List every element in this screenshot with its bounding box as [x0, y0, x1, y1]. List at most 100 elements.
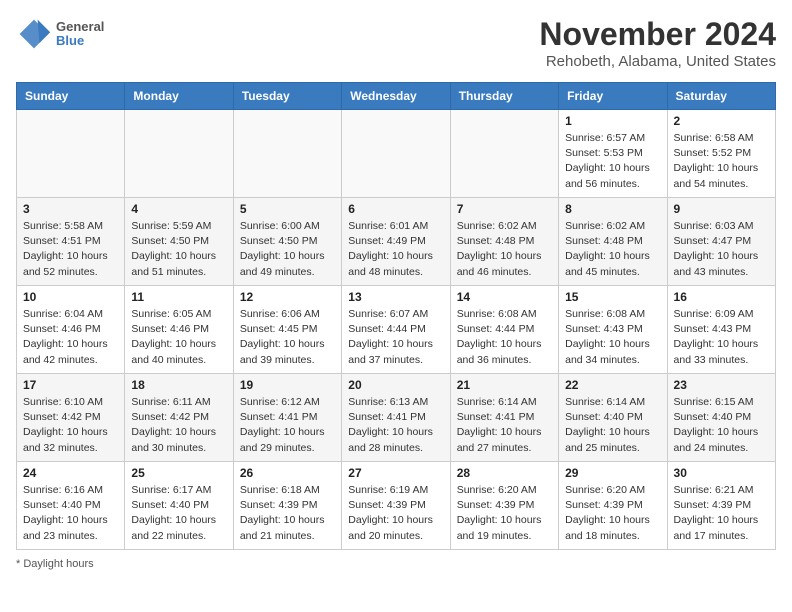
day-info: Sunrise: 6:04 AMSunset: 4:46 PMDaylight:… [23, 307, 118, 368]
calendar-cell: 8 Sunrise: 6:02 AMSunset: 4:48 PMDaylight… [559, 198, 667, 286]
day-number: 7 [457, 202, 552, 216]
day-info: Sunrise: 6:12 AMSunset: 4:41 PMDaylight:… [240, 395, 335, 456]
calendar-cell: 18 Sunrise: 6:11 AMSunset: 4:42 PMDayligh… [125, 374, 233, 462]
day-number: 17 [23, 378, 118, 392]
calendar-cell: 25 Sunrise: 6:17 AMSunset: 4:40 PMDayligh… [125, 462, 233, 550]
calendar-week-row: 1 Sunrise: 6:57 AMSunset: 5:53 PMDaylight… [17, 110, 776, 198]
day-info: Sunrise: 6:16 AMSunset: 4:40 PMDaylight:… [23, 483, 118, 544]
day-info: Sunrise: 6:00 AMSunset: 4:50 PMDaylight:… [240, 219, 335, 280]
day-info: Sunrise: 6:19 AMSunset: 4:39 PMDaylight:… [348, 483, 443, 544]
day-number: 28 [457, 466, 552, 480]
calendar-cell [233, 110, 341, 198]
calendar-day-header: Tuesday [233, 83, 341, 110]
day-number: 8 [565, 202, 660, 216]
logo: General Blue [16, 16, 104, 52]
day-info: Sunrise: 6:17 AMSunset: 4:40 PMDaylight:… [131, 483, 226, 544]
calendar-cell: 11 Sunrise: 6:05 AMSunset: 4:46 PMDayligh… [125, 286, 233, 374]
day-number: 27 [348, 466, 443, 480]
day-info: Sunrise: 6:21 AMSunset: 4:39 PMDaylight:… [674, 483, 769, 544]
calendar-cell: 19 Sunrise: 6:12 AMSunset: 4:41 PMDayligh… [233, 374, 341, 462]
day-number: 16 [674, 290, 769, 304]
calendar-cell: 2 Sunrise: 6:58 AMSunset: 5:52 PMDaylight… [667, 110, 775, 198]
logo-line2: Blue [56, 34, 104, 48]
day-info: Sunrise: 6:08 AMSunset: 4:44 PMDaylight:… [457, 307, 552, 368]
day-info: Sunrise: 6:09 AMSunset: 4:43 PMDaylight:… [674, 307, 769, 368]
day-number: 24 [23, 466, 118, 480]
footer-note: * Daylight hours [16, 558, 776, 570]
title-block: November 2024 Rehobeth, Alabama, United … [539, 16, 776, 70]
day-info: Sunrise: 6:11 AMSunset: 4:42 PMDaylight:… [131, 395, 226, 456]
calendar-cell: 24 Sunrise: 6:16 AMSunset: 4:40 PMDayligh… [17, 462, 125, 550]
day-info: Sunrise: 6:13 AMSunset: 4:41 PMDaylight:… [348, 395, 443, 456]
calendar-cell: 5 Sunrise: 6:00 AMSunset: 4:50 PMDaylight… [233, 198, 341, 286]
day-info: Sunrise: 6:07 AMSunset: 4:44 PMDaylight:… [348, 307, 443, 368]
calendar-cell: 22 Sunrise: 6:14 AMSunset: 4:40 PMDayligh… [559, 374, 667, 462]
calendar-header-row: SundayMondayTuesdayWednesdayThursdayFrid… [17, 83, 776, 110]
day-info: Sunrise: 6:14 AMSunset: 4:40 PMDaylight:… [565, 395, 660, 456]
day-info: Sunrise: 6:02 AMSunset: 4:48 PMDaylight:… [565, 219, 660, 280]
day-info: Sunrise: 6:58 AMSunset: 5:52 PMDaylight:… [674, 131, 769, 192]
day-number: 10 [23, 290, 118, 304]
calendar-cell: 15 Sunrise: 6:08 AMSunset: 4:43 PMDayligh… [559, 286, 667, 374]
calendar-day-header: Friday [559, 83, 667, 110]
calendar-cell: 16 Sunrise: 6:09 AMSunset: 4:43 PMDayligh… [667, 286, 775, 374]
calendar-cell: 21 Sunrise: 6:14 AMSunset: 4:41 PMDayligh… [450, 374, 558, 462]
calendar-week-row: 3Sunrise: 5:58 AMSunset: 4:51 PMDaylight… [17, 198, 776, 286]
calendar-cell: 9 Sunrise: 6:03 AMSunset: 4:47 PMDaylight… [667, 198, 775, 286]
calendar-cell: 7 Sunrise: 6:02 AMSunset: 4:48 PMDaylight… [450, 198, 558, 286]
calendar-cell: 4Sunrise: 5:59 AMSunset: 4:50 PMDaylight… [125, 198, 233, 286]
page-header: General Blue November 2024 Rehobeth, Ala… [16, 16, 776, 70]
calendar-day-header: Thursday [450, 83, 558, 110]
day-number: 5 [240, 202, 335, 216]
page-subtitle: Rehobeth, Alabama, United States [539, 53, 776, 70]
logo-line1: General [56, 20, 104, 34]
day-number: 6 [348, 202, 443, 216]
day-number: 21 [457, 378, 552, 392]
day-number: 2 [674, 114, 769, 128]
page-title: November 2024 [539, 16, 776, 53]
day-info: Sunrise: 6:57 AMSunset: 5:53 PMDaylight:… [565, 131, 660, 192]
calendar-cell: 30 Sunrise: 6:21 AMSunset: 4:39 PMDayligh… [667, 462, 775, 550]
day-number: 14 [457, 290, 552, 304]
day-info: Sunrise: 6:02 AMSunset: 4:48 PMDaylight:… [457, 219, 552, 280]
calendar-cell: 29 Sunrise: 6:20 AMSunset: 4:39 PMDayligh… [559, 462, 667, 550]
calendar-cell [450, 110, 558, 198]
logo-text: General Blue [56, 20, 104, 49]
day-number: 29 [565, 466, 660, 480]
calendar-week-row: 10 Sunrise: 6:04 AMSunset: 4:46 PMDayligh… [17, 286, 776, 374]
day-number: 25 [131, 466, 226, 480]
calendar-cell: 6Sunrise: 6:01 AMSunset: 4:49 PMDaylight… [342, 198, 450, 286]
calendar-cell: 23Sunrise: 6:15 AMSunset: 4:40 PMDayligh… [667, 374, 775, 462]
day-number: 15 [565, 290, 660, 304]
logo-icon [16, 16, 52, 52]
day-info: Sunrise: 5:59 AMSunset: 4:50 PMDaylight:… [131, 219, 226, 280]
day-number: 30 [674, 466, 769, 480]
day-number: 22 [565, 378, 660, 392]
calendar-week-row: 17Sunrise: 6:10 AMSunset: 4:42 PMDayligh… [17, 374, 776, 462]
day-info: Sunrise: 5:58 AMSunset: 4:51 PMDaylight:… [23, 219, 118, 280]
calendar-cell: 27 Sunrise: 6:19 AMSunset: 4:39 PMDayligh… [342, 462, 450, 550]
day-info: Sunrise: 6:20 AMSunset: 4:39 PMDaylight:… [457, 483, 552, 544]
calendar-day-header: Saturday [667, 83, 775, 110]
day-number: 11 [131, 290, 226, 304]
day-number: 20 [348, 378, 443, 392]
calendar-day-header: Monday [125, 83, 233, 110]
day-info: Sunrise: 6:14 AMSunset: 4:41 PMDaylight:… [457, 395, 552, 456]
day-info: Sunrise: 6:05 AMSunset: 4:46 PMDaylight:… [131, 307, 226, 368]
day-number: 18 [131, 378, 226, 392]
calendar-week-row: 24 Sunrise: 6:16 AMSunset: 4:40 PMDayligh… [17, 462, 776, 550]
day-info: Sunrise: 6:20 AMSunset: 4:39 PMDaylight:… [565, 483, 660, 544]
day-info: Sunrise: 6:08 AMSunset: 4:43 PMDaylight:… [565, 307, 660, 368]
calendar-cell: 28 Sunrise: 6:20 AMSunset: 4:39 PMDayligh… [450, 462, 558, 550]
day-number: 23 [674, 378, 769, 392]
day-number: 1 [565, 114, 660, 128]
calendar-cell: 26Sunrise: 6:18 AMSunset: 4:39 PMDayligh… [233, 462, 341, 550]
day-number: 19 [240, 378, 335, 392]
day-info: Sunrise: 6:06 AMSunset: 4:45 PMDaylight:… [240, 307, 335, 368]
calendar-cell [17, 110, 125, 198]
calendar-table: SundayMondayTuesdayWednesdayThursdayFrid… [16, 82, 776, 550]
calendar-cell: 1 Sunrise: 6:57 AMSunset: 5:53 PMDaylight… [559, 110, 667, 198]
day-info: Sunrise: 6:03 AMSunset: 4:47 PMDaylight:… [674, 219, 769, 280]
day-number: 9 [674, 202, 769, 216]
day-number: 26 [240, 466, 335, 480]
